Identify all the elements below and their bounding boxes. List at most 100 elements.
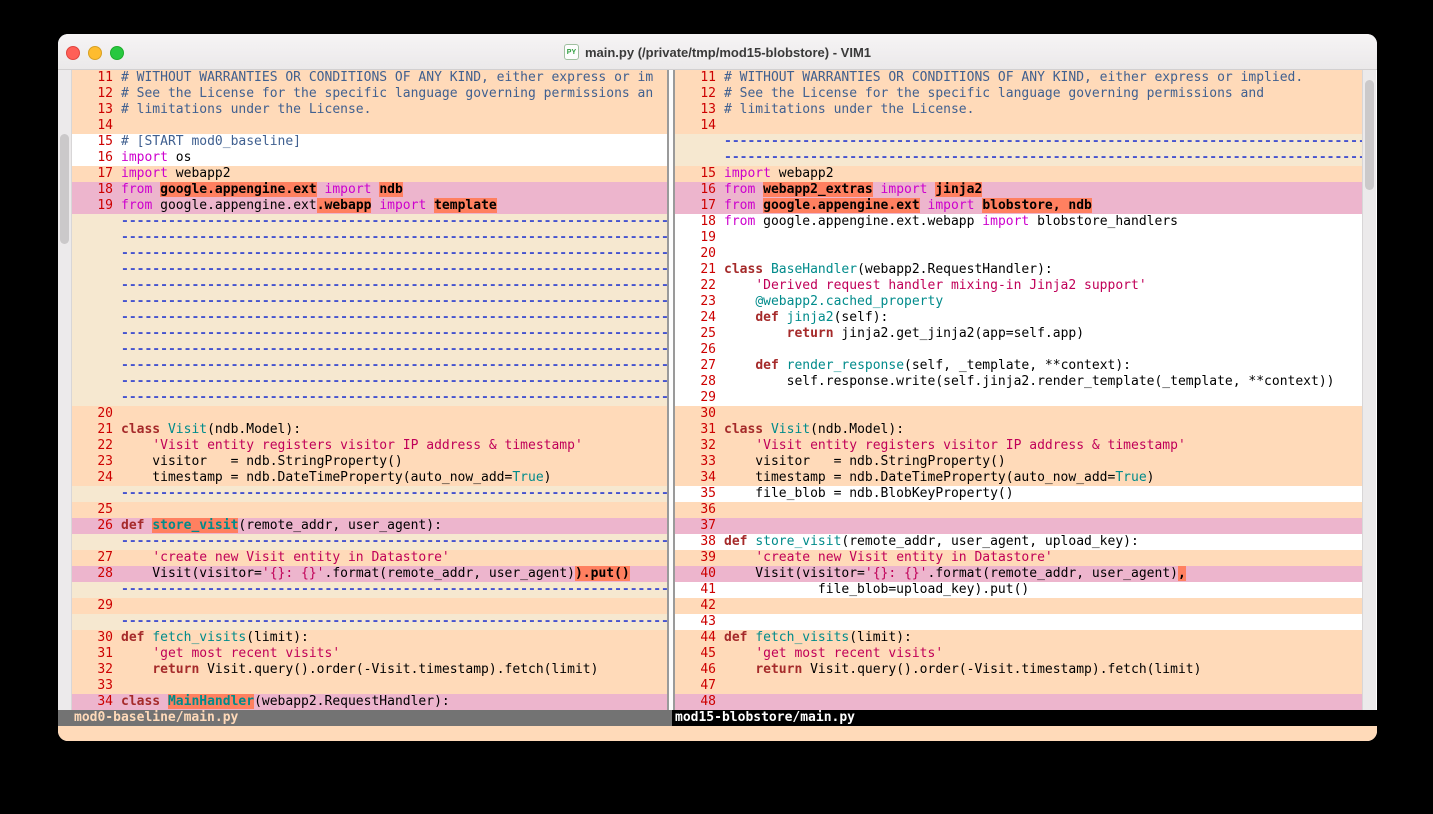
code-line[interactable]: ----------------------------------------… [675,134,1362,150]
code-line[interactable]: 17from google.appengine.ext import blobs… [675,198,1362,214]
code-line[interactable]: 46 return Visit.query().order(-Visit.tim… [675,662,1362,678]
code-line[interactable]: 18from google.appengine.ext import ndb [72,182,667,198]
code-line[interactable]: 32 'Visit entity registers visitor IP ad… [675,438,1362,454]
code-line[interactable]: ----------------------------------------… [72,390,667,406]
code-line[interactable]: 36 [675,502,1362,518]
left-scrollbar[interactable] [58,70,72,710]
code-line[interactable]: 34 timestamp = ndb.DateTimeProperty(auto… [675,470,1362,486]
file-proxy-icon: PY [564,44,579,60]
code-line[interactable]: 15# [START mod0_baseline] [72,134,667,150]
code-line[interactable]: 23 @webapp2.cached_property [675,294,1362,310]
code-line[interactable]: 31 'get most recent visits' [72,646,667,662]
code-segment: jinja2 [935,182,982,197]
code-line[interactable]: ----------------------------------------… [72,278,667,294]
right-editor-pane[interactable]: 11# WITHOUT WARRANTIES OR CONDITIONS OF … [675,70,1362,710]
code-line[interactable]: 37 [675,518,1362,534]
code-line[interactable]: 42 [675,598,1362,614]
code-line[interactable]: 22 'Derived request handler mixing-in Ji… [675,278,1362,294]
code-line[interactable]: 11# WITHOUT WARRANTIES OR CONDITIONS OF … [72,70,667,86]
code-line[interactable]: ----------------------------------------… [72,358,667,374]
code-line[interactable]: 17import webapp2 [72,166,667,182]
line-number: 40 [675,566,724,582]
code-line[interactable]: 19from google.appengine.ext.webapp impor… [72,198,667,214]
code-line[interactable]: 32 return Visit.query().order(-Visit.tim… [72,662,667,678]
code-line[interactable]: 13# limitations under the License. [675,102,1362,118]
code-line[interactable]: 48 [675,694,1362,710]
code-line[interactable]: 22 'Visit entity registers visitor IP ad… [72,438,667,454]
code-line[interactable]: 24 def jinja2(self): [675,310,1362,326]
code-line[interactable]: 47 [675,678,1362,694]
code-line[interactable]: 14 [675,118,1362,134]
code-line[interactable]: 24 timestamp = ndb.DateTimeProperty(auto… [72,470,667,486]
code-segment [160,422,168,437]
code-line[interactable]: 27 def render_response(self, _template, … [675,358,1362,374]
code-line[interactable]: 33 visitor = ndb.StringProperty() [675,454,1362,470]
code-line[interactable]: 12# See the License for the specific lan… [72,86,667,102]
code-line[interactable]: 21class Visit(ndb.Model): [72,422,667,438]
code-segment: '{}: {}' [262,566,325,581]
line-number: 23 [72,454,121,470]
code-line[interactable]: 27 'create new Visit entity in Datastore… [72,550,667,566]
code-line[interactable]: 20 [675,246,1362,262]
code-segment: Visit(visitor= [724,566,865,581]
code-line[interactable]: 45 'get most recent visits' [675,646,1362,662]
code-line[interactable]: ----------------------------------------… [72,310,667,326]
code-line[interactable]: 26def store_visit(remote_addr, user_agen… [72,518,667,534]
code-line[interactable]: 29 [675,390,1362,406]
code-line[interactable]: 11# WITHOUT WARRANTIES OR CONDITIONS OF … [675,70,1362,86]
code-line[interactable]: 28 self.response.write(self.jinja2.rende… [675,374,1362,390]
code-line[interactable]: ----------------------------------------… [72,342,667,358]
diff-filler-dashes: ----------------------------------------… [121,214,667,229]
code-line[interactable]: 43 [675,614,1362,630]
code-line[interactable]: ----------------------------------------… [72,534,667,550]
code-line[interactable]: ----------------------------------------… [72,214,667,230]
left-editor-pane[interactable]: 11# WITHOUT WARRANTIES OR CONDITIONS OF … [72,70,667,710]
code-line[interactable]: 41 file_blob=upload_key).put() [675,582,1362,598]
code-line[interactable]: 18from google.appengine.ext.webapp impor… [675,214,1362,230]
code-line[interactable]: 25 return jinja2.get_jinja2(app=self.app… [675,326,1362,342]
vertical-split-divider[interactable] [667,70,675,710]
code-line[interactable]: 16import os [72,150,667,166]
code-line[interactable]: 38def store_visit(remote_addr, user_agen… [675,534,1362,550]
scrollbar-thumb[interactable] [1365,80,1374,190]
code-line[interactable]: 25 [72,502,667,518]
scrollbar-thumb[interactable] [60,134,69,244]
code-text: import webapp2 [121,166,667,182]
code-line[interactable]: 23 visitor = ndb.StringProperty() [72,454,667,470]
code-line[interactable]: 40 Visit(visitor='{}: {}'.format(remote_… [675,566,1362,582]
code-line[interactable]: 29 [72,598,667,614]
code-line[interactable]: 28 Visit(visitor='{}: {}'.format(remote_… [72,566,667,582]
code-line[interactable]: 34class MainHandler(webapp2.RequestHandl… [72,694,667,710]
code-line[interactable]: 31class Visit(ndb.Model): [675,422,1362,438]
code-line[interactable]: 30def fetch_visits(limit): [72,630,667,646]
code-line[interactable]: 19 [675,230,1362,246]
code-line[interactable]: 44def fetch_visits(limit): [675,630,1362,646]
code-line[interactable]: 16from webapp2_extras import jinja2 [675,182,1362,198]
code-line[interactable]: 30 [675,406,1362,422]
code-line[interactable]: ----------------------------------------… [72,230,667,246]
code-line[interactable]: 21class BaseHandler(webapp2.RequestHandl… [675,262,1362,278]
right-scrollbar[interactable] [1362,70,1376,710]
code-line[interactable]: ----------------------------------------… [72,294,667,310]
code-line[interactable]: ----------------------------------------… [72,326,667,342]
code-line[interactable]: ----------------------------------------… [72,262,667,278]
code-line[interactable]: 12# See the License for the specific lan… [675,86,1362,102]
code-line[interactable]: 14 [72,118,667,134]
code-line[interactable]: 39 'create new Visit entity in Datastore… [675,550,1362,566]
code-line[interactable]: 35 file_blob = ndb.BlobKeyProperty() [675,486,1362,502]
code-line[interactable]: ----------------------------------------… [72,374,667,390]
code-text: visitor = ndb.StringProperty() [121,454,667,470]
code-line[interactable]: 33 [72,678,667,694]
code-line[interactable]: ----------------------------------------… [72,246,667,262]
code-line[interactable]: ----------------------------------------… [72,582,667,598]
window-titlebar[interactable]: PY main.py (/private/tmp/mod15-blobstore… [58,34,1377,70]
code-line[interactable]: 15import webapp2 [675,166,1362,182]
code-line[interactable]: 20 [72,406,667,422]
code-line[interactable]: ----------------------------------------… [72,614,667,630]
code-text: def fetch_visits(limit): [724,630,1362,646]
command-line[interactable] [58,726,1377,741]
code-line[interactable]: 13# limitations under the License. [72,102,667,118]
code-line[interactable]: ----------------------------------------… [72,486,667,502]
code-line[interactable]: 26 [675,342,1362,358]
code-line[interactable]: ----------------------------------------… [675,150,1362,166]
